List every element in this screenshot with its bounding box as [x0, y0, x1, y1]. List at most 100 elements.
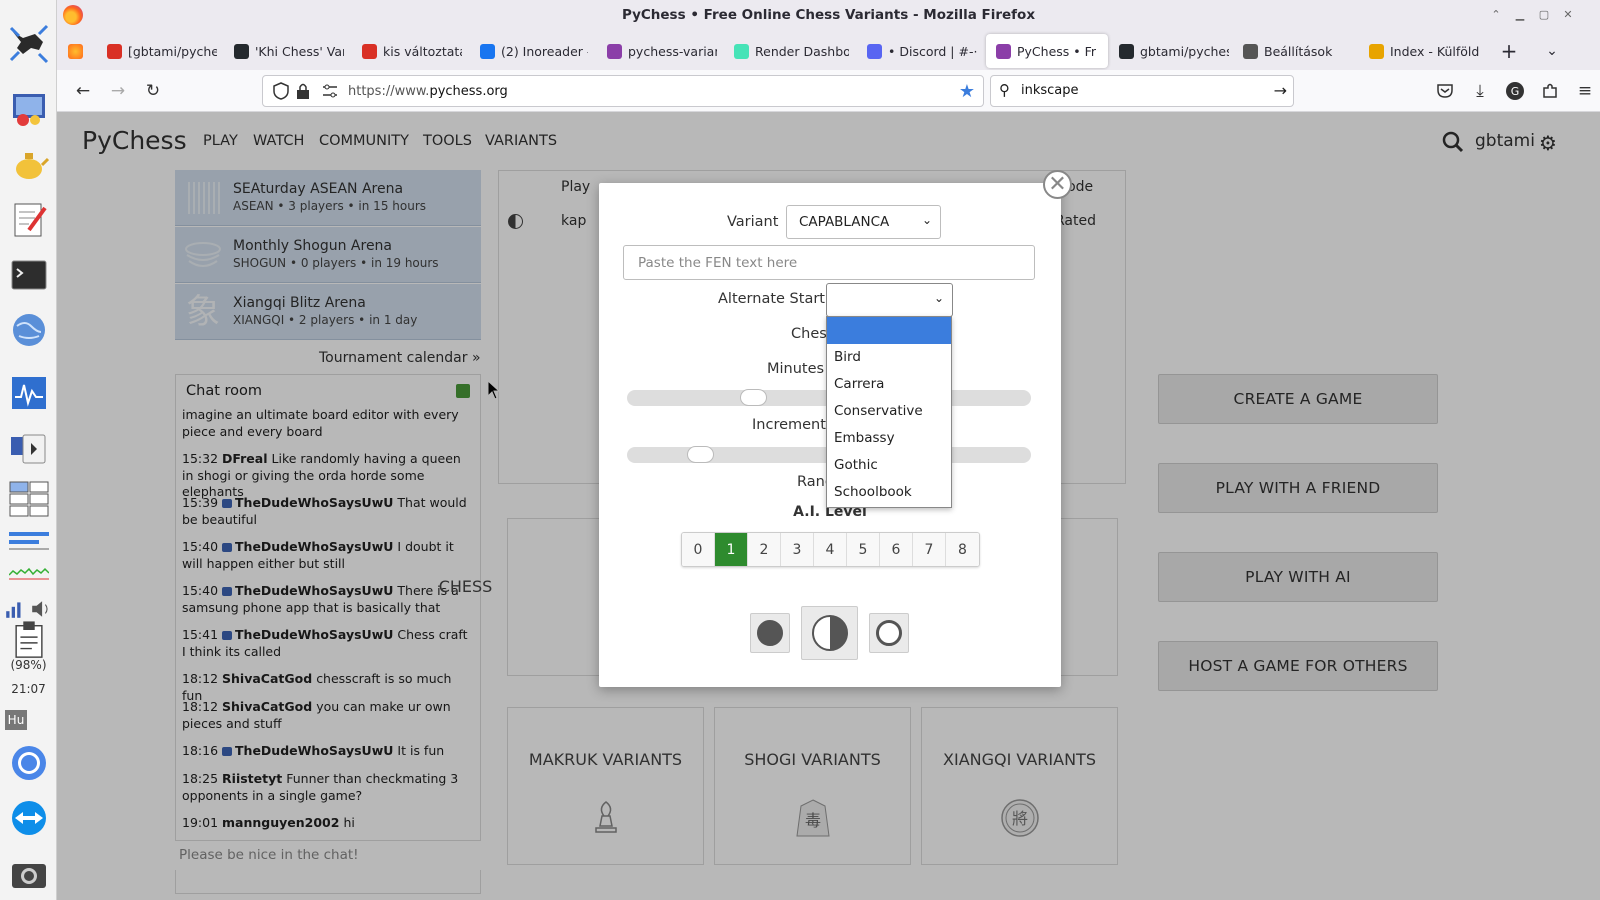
white-circle-icon — [876, 620, 902, 646]
search-bar[interactable]: ⚲ inkscape → — [990, 75, 1294, 107]
workspace-switcher-icon[interactable] — [7, 476, 51, 524]
alternate-start-option[interactable]: Carrera — [827, 371, 951, 398]
keyboard-layout[interactable]: Hu — [5, 710, 27, 730]
tab-label: Render Dashbo — [755, 43, 849, 59]
tab-item[interactable]: pychess-varian — [597, 34, 717, 68]
gmail-icon — [362, 43, 377, 59]
chevron-down-icon: ⌄ — [933, 291, 944, 305]
close-icon: ✕ — [1048, 171, 1067, 197]
battery-level: (98%) — [10, 658, 47, 672]
text-editor-icon[interactable] — [7, 198, 51, 242]
system-monitor-icon[interactable] — [7, 371, 51, 415]
tab-item[interactable]: 'Khi Chess' Vari — [224, 34, 344, 68]
tab-item[interactable]: Render Dashbo — [724, 34, 849, 68]
ai-level-group: 012345678 — [681, 532, 980, 567]
grammarly-icon[interactable]: G — [1501, 78, 1529, 104]
index-icon — [1369, 43, 1384, 59]
xfce-mouse-icon[interactable] — [7, 22, 51, 66]
tab-item[interactable]: • Discord | #-· — [857, 34, 977, 68]
alternate-start-option[interactable]: Bird — [827, 344, 951, 371]
ai-level-button[interactable]: 0 — [682, 533, 715, 566]
forward-icon[interactable]: → — [104, 78, 132, 104]
alternate-start-option[interactable]: Gothic — [827, 452, 951, 479]
pocket-icon[interactable] — [1431, 78, 1459, 104]
tab-bar: [gbtami/pyche 'Khi Chess' Vari kis változt… — [57, 30, 1600, 70]
tab-item[interactable]: [gbtami/pyche — [97, 34, 217, 68]
ai-level-button[interactable]: 7 — [913, 533, 946, 566]
new-tab-button[interactable]: + — [1494, 34, 1524, 68]
window-close-icon[interactable]: ✕ — [1560, 7, 1576, 23]
tab-item[interactable]: Index - Külföld — [1359, 34, 1489, 68]
ai-level-button[interactable]: 5 — [847, 533, 880, 566]
window-up-icon[interactable]: ⌃ — [1488, 7, 1504, 23]
alternate-start-option[interactable]: Schoolbook — [827, 479, 951, 506]
variant-select[interactable]: CAPABLANCA ⌄ — [786, 205, 941, 239]
search-query: inkscape — [1021, 83, 1079, 98]
url-text: https://www.pychess.org — [348, 83, 508, 99]
back-icon[interactable]: ← — [69, 78, 97, 104]
close-dialog-button[interactable]: ✕ — [1043, 170, 1072, 199]
clock[interactable]: 21:07 — [0, 682, 57, 696]
downloads-icon[interactable]: ⤓ — [1466, 78, 1494, 104]
list-all-tabs-icon[interactable]: ⌄ — [1537, 34, 1567, 68]
github-icon — [234, 43, 249, 59]
ai-level-button[interactable]: 1 — [715, 533, 748, 566]
ai-level-button[interactable]: 2 — [748, 533, 781, 566]
teamviewer-icon[interactable] — [7, 796, 51, 840]
play-white-button[interactable] — [869, 613, 909, 653]
tab-label: pychess-varian — [628, 43, 717, 59]
discord-icon — [867, 43, 882, 59]
tracking-shield-icon[interactable] — [273, 82, 289, 104]
alternate-start-dropdown: Bird Carrera Conservative Embassy Gothic Scho… — [826, 316, 952, 508]
firefox-view-icon[interactable] — [63, 34, 89, 68]
gmail-icon — [107, 43, 122, 59]
tab-item[interactable]: Beállítások — [1233, 34, 1351, 68]
media-player-icon[interactable] — [7, 427, 51, 471]
minutes-slider-thumb[interactable] — [740, 389, 768, 406]
extensions-icon[interactable] — [1536, 78, 1564, 104]
url-bar[interactable]: https://www.pychess.org ★ — [262, 75, 984, 107]
alternate-start-option[interactable]: Embassy — [827, 425, 951, 452]
web-browser-icon[interactable] — [7, 308, 51, 352]
ai-level-button[interactable]: 3 — [781, 533, 814, 566]
play-black-button[interactable] — [750, 613, 790, 653]
tab-item[interactable]: gbtami/pyches — [1109, 34, 1229, 68]
reload-icon[interactable]: ↻ — [139, 78, 167, 104]
navigation-toolbar: ← → ↻ https://www.pychess.org ★ ⚲ inksca… — [57, 70, 1600, 112]
bookmark-star-icon[interactable]: ★ — [959, 81, 975, 102]
ai-level-button[interactable]: 4 — [814, 533, 847, 566]
tab-item[interactable]: kis változtatás - — [352, 34, 462, 68]
ai-level-button[interactable]: 6 — [880, 533, 913, 566]
fen-input[interactable]: Paste the FEN text here — [623, 245, 1035, 280]
alternate-start-option[interactable]: Conservative — [827, 398, 951, 425]
tab-label: (2) Inoreader - / — [501, 43, 588, 59]
alternate-start-select[interactable]: ⌄ — [826, 283, 953, 317]
render-icon — [734, 43, 749, 59]
tab-label: Index - Külföld — [1390, 43, 1480, 59]
alternate-start-option[interactable] — [827, 317, 951, 344]
increment-slider-thumb[interactable] — [687, 446, 715, 463]
search-go-icon[interactable]: → — [1274, 81, 1287, 100]
tab-item[interactable]: (2) Inoreader - / — [470, 34, 588, 68]
permissions-icon[interactable] — [321, 82, 339, 104]
menu-hamburger-icon[interactable]: ≡ — [1571, 78, 1599, 104]
ai-level-button[interactable]: 8 — [946, 533, 979, 566]
tab-label: Beállítások — [1264, 43, 1333, 59]
tab-label: gbtami/pyches — [1140, 43, 1229, 59]
search-icon: ⚲ — [999, 81, 1010, 99]
settings-manager-icon[interactable] — [7, 86, 51, 130]
play-random-button[interactable] — [801, 606, 858, 660]
screenshot-icon[interactable] — [7, 852, 51, 896]
window-maximize-icon[interactable]: ▢ — [1536, 7, 1552, 23]
volume-icon[interactable] — [30, 598, 52, 620]
lock-icon[interactable] — [296, 82, 310, 104]
chromium-icon[interactable] — [7, 741, 51, 785]
variant-label: Variant — [727, 214, 779, 230]
terminal-icon[interactable] — [7, 253, 51, 297]
variant-value: CAPABLANCA — [799, 214, 890, 230]
teapot-icon[interactable] — [7, 141, 51, 185]
window-minimize-icon[interactable]: ▁ — [1512, 7, 1528, 23]
network-signal-icon[interactable] — [4, 598, 26, 620]
tab-item[interactable]: PyChess • Fr✕ — [986, 34, 1108, 68]
clipboard-icon[interactable] — [7, 621, 51, 658]
